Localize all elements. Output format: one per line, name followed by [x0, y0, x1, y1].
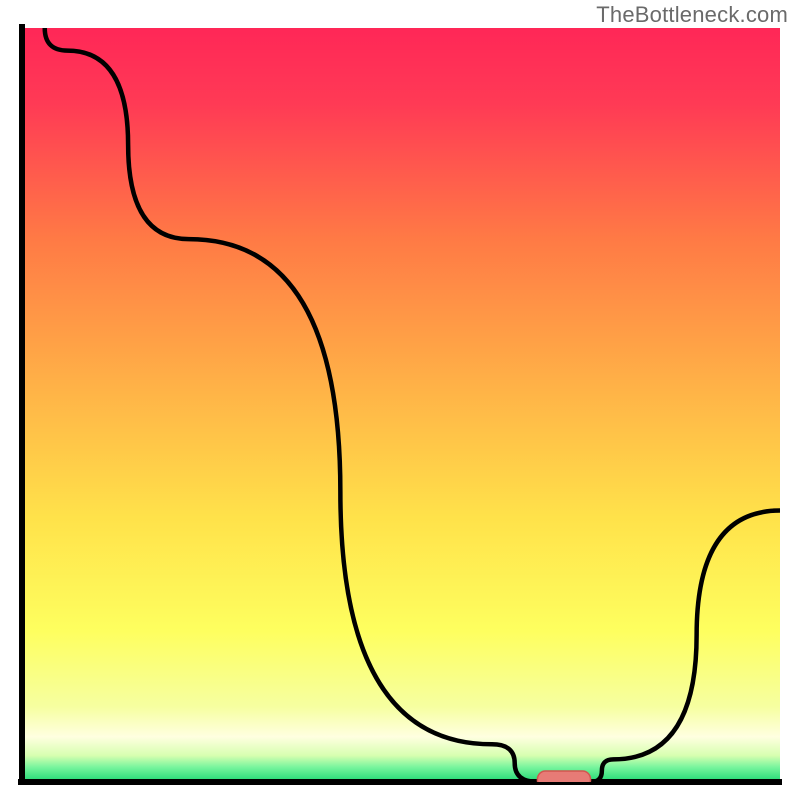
bottleneck-chart — [0, 0, 800, 800]
optimal-marker — [537, 771, 590, 788]
gradient-background — [22, 28, 780, 782]
